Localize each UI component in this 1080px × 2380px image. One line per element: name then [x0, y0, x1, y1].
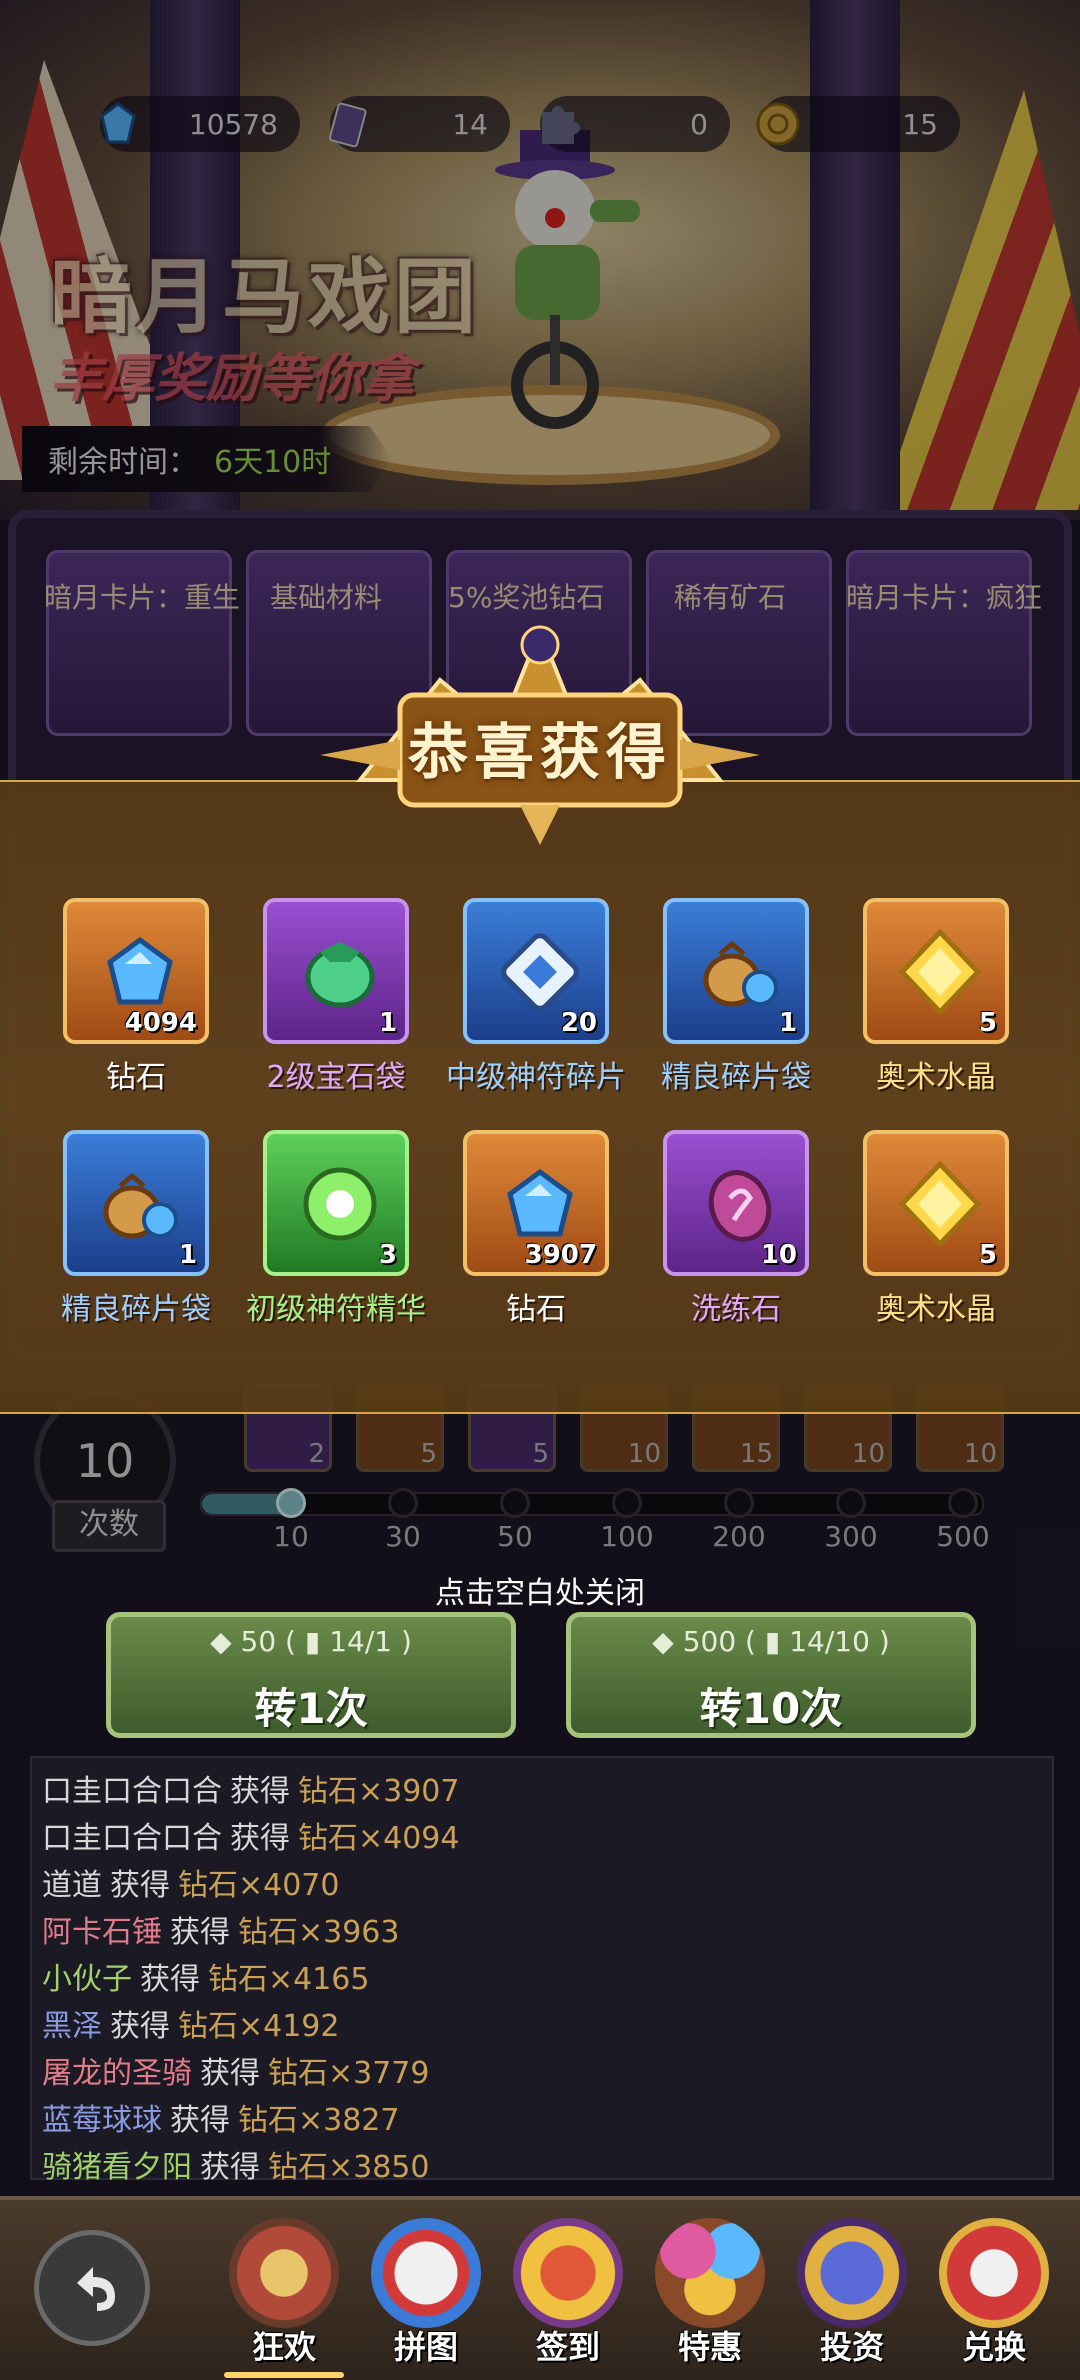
- reward-name: 精良碎片袋: [61, 1292, 211, 1327]
- diamond-icon: ◆: [210, 1625, 232, 1658]
- log-entry: 骑猪看夕阳 获得 钻石×3850: [42, 2150, 430, 2185]
- balloons-icon: [655, 2218, 765, 2328]
- reward-item[interactable]: 4094 钻石: [36, 898, 236, 1096]
- log-entry: 黑泽 获得 钻石×4192: [42, 2009, 340, 2044]
- diamond-icon: [107, 936, 173, 1005]
- reward-name: 2级宝石袋: [266, 1060, 406, 1095]
- clown-face-icon: [371, 2218, 481, 2328]
- nav-deals[interactable]: 特惠: [640, 2218, 780, 2378]
- arcane-crystal-icon: [898, 928, 982, 1016]
- diamond-icon: [507, 1168, 573, 1237]
- reward-name: 奥术水晶: [876, 1292, 996, 1327]
- log-entry: 阿卡石锤 获得 钻石×3963: [42, 1915, 400, 1950]
- reward-item[interactable]: 1 精良碎片袋: [636, 898, 836, 1096]
- shard-bag-icon: [103, 1172, 178, 1239]
- reward-name: 初级神符精华: [246, 1292, 426, 1327]
- jack-in-box-icon: [513, 2218, 623, 2328]
- ticket-icon: ▮: [764, 1625, 781, 1658]
- reward-item[interactable]: 1 精良碎片袋: [36, 1130, 236, 1328]
- nav-invest[interactable]: 投资: [782, 2218, 922, 2378]
- ferris-wheel-icon: [229, 2218, 339, 2328]
- nav-puzzle[interactable]: 拼图: [356, 2218, 496, 2378]
- back-arrow-icon: [77, 2267, 115, 2311]
- back-button[interactable]: [34, 2230, 150, 2346]
- reward-name: 中级神符碎片: [446, 1060, 626, 1095]
- diamond-icon: ◆: [652, 1625, 674, 1658]
- bottom-nav: 狂欢 拼图 签到 特惠 投资 兑换: [0, 2196, 1080, 2380]
- log-entry: 小伙子 获得 钻石×4165: [42, 1962, 370, 1997]
- rune-shard-icon: [501, 933, 579, 1011]
- log-entry: 口圭口合口合 获得 钻石×3907: [42, 1774, 460, 1809]
- log-entry: 屠龙的圣骑 获得 钻石×3779: [42, 2056, 430, 2091]
- reward-name: 钻石: [506, 1292, 566, 1327]
- log-entry: 道道 获得 钻石×4070: [42, 1868, 340, 1903]
- nav-exchange[interactable]: 兑换: [924, 2218, 1064, 2378]
- log-entry: 蓝莓球球 获得 钻石×3827: [42, 2103, 400, 2138]
- spin-1-button[interactable]: ◆ 50 ( ▮ 14/1 ) 转1次: [106, 1612, 516, 1738]
- rune-essence-icon: [303, 1167, 377, 1241]
- close-hint[interactable]: 点击空白处关闭: [0, 1568, 1080, 1612]
- nav-checkin[interactable]: 签到: [498, 2218, 638, 2378]
- reward-name: 钻石: [106, 1060, 166, 1095]
- popup-title: 恭喜获得: [408, 718, 672, 788]
- arcane-crystal-icon: [898, 1160, 982, 1248]
- reward-item[interactable]: 10 洗练石: [636, 1130, 836, 1328]
- log-entry: 口圭口合口合 获得 钻石×4094: [42, 1821, 460, 1856]
- reward-item[interactable]: 3 初级神符精华: [236, 1130, 436, 1328]
- nav-carnival[interactable]: 狂欢: [214, 2218, 354, 2378]
- spin-10-button[interactable]: ◆ 500 ( ▮ 14/10 ) 转10次: [566, 1612, 976, 1738]
- reward-name: 洗练石: [691, 1292, 781, 1327]
- reward-item[interactable]: 5 奥术水晶: [836, 898, 1036, 1096]
- reward-name: 奥术水晶: [876, 1060, 996, 1095]
- reward-item[interactable]: 20 中级神符碎片: [436, 898, 636, 1096]
- reward-item[interactable]: 1 2级宝石袋: [236, 898, 436, 1096]
- winner-log[interactable]: 口圭口合口合 获得 钻石×3907 口圭口合口合 获得 钻石×4094 道道 获得 钻石×4…: [30, 1756, 1054, 2185]
- reward-item[interactable]: 5 奥术水晶: [836, 1130, 1036, 1328]
- clown-tent-icon: [939, 2218, 1049, 2328]
- ticket-icon: ▮: [304, 1625, 321, 1658]
- jester-cards-icon: [797, 2218, 907, 2328]
- reward-name: 精良碎片袋: [661, 1060, 811, 1095]
- reward-item[interactable]: 3907 钻石: [436, 1130, 636, 1328]
- gem-bag-icon: [305, 942, 375, 1008]
- shard-bag-icon: [703, 940, 778, 1007]
- refine-stone-icon: [708, 1170, 772, 1242]
